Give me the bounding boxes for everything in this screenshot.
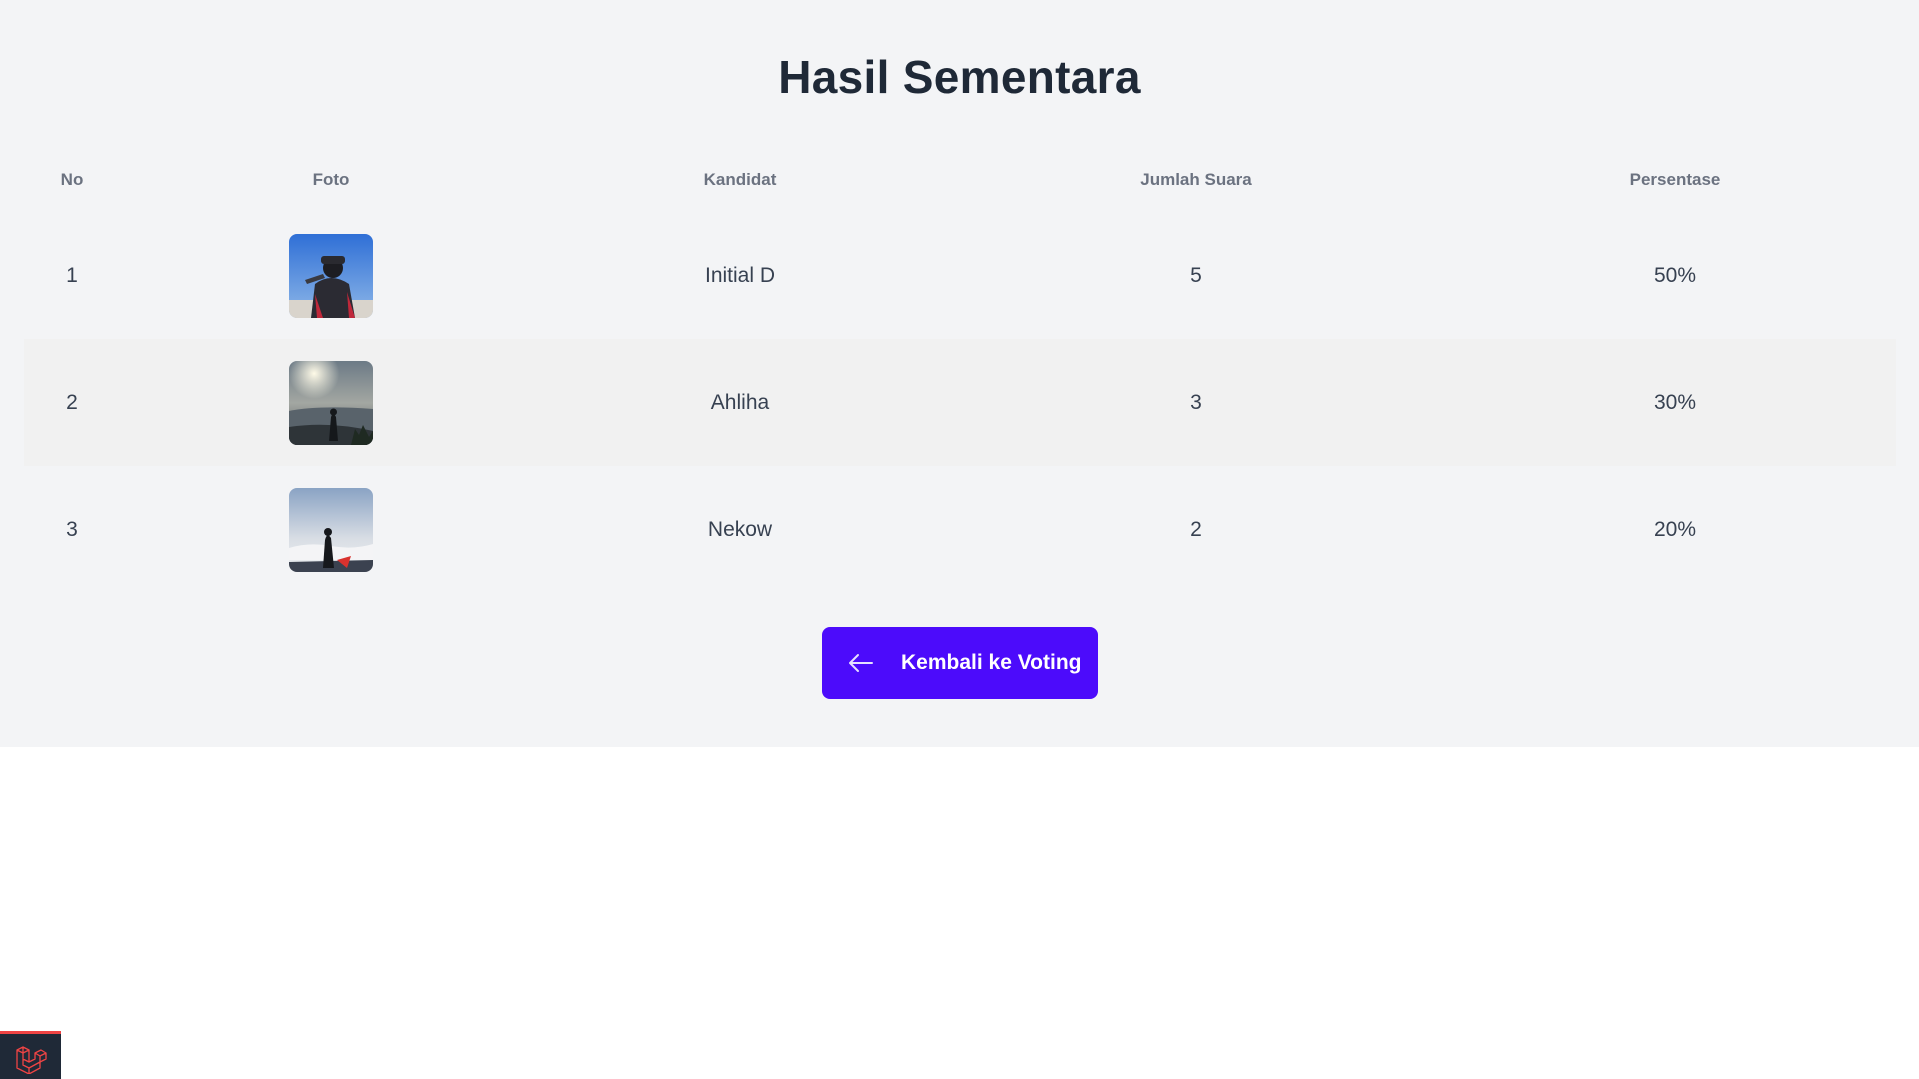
header-no: No [60,170,84,189]
header-photo: Foto [312,170,350,189]
candidate-photo [289,233,373,318]
vote-percentage: 50% [1653,263,1697,287]
header-percentage: Persentase [1629,170,1721,189]
table-row: 3 Nekow 2 20% [24,466,1896,593]
candidate-name: Ahliha [710,390,770,414]
arrow-left-icon [849,654,873,672]
candidate-photo-sunrise-silhouette-icon [289,360,373,445]
table-header: No Foto Kandidat Jumlah Suara Persentase [24,150,1896,212]
row-number: 3 [66,517,78,541]
candidate-photo [289,487,373,572]
back-to-voting-button[interactable]: Kembali ke Voting [822,627,1098,699]
candidate-name: Initial D [704,263,776,287]
vote-count: 2 [1190,517,1202,541]
candidate-photo-hiker-blue-sky-icon [289,233,373,318]
vote-percentage: 20% [1653,517,1697,541]
vote-count: 5 [1190,263,1202,287]
row-number: 1 [66,263,78,287]
results-page: Hasil Sementara No Foto Kandidat Jumlah … [0,0,1919,747]
debugbar-toggle[interactable] [0,1031,61,1079]
laravel-logo-icon [16,1046,47,1074]
candidate-name: Nekow [707,517,773,541]
header-votes: Jumlah Suara [1140,170,1252,189]
table-row: 2 Ahliha 3 30% [24,339,1896,466]
candidate-photo-cloud-summit-icon [289,487,373,572]
vote-count: 3 [1190,390,1202,414]
results-table: No Foto Kandidat Jumlah Suara Persentase… [24,150,1896,593]
page-title: Hasil Sementara [778,51,1141,103]
back-to-voting-label: Kembali ke Voting [901,651,1082,674]
candidate-photo [289,360,373,445]
vote-percentage: 30% [1653,390,1697,414]
header-candidate: Kandidat [703,170,777,189]
table-row: 1 Initial D 5 50% [24,212,1896,339]
row-number: 2 [66,390,78,414]
